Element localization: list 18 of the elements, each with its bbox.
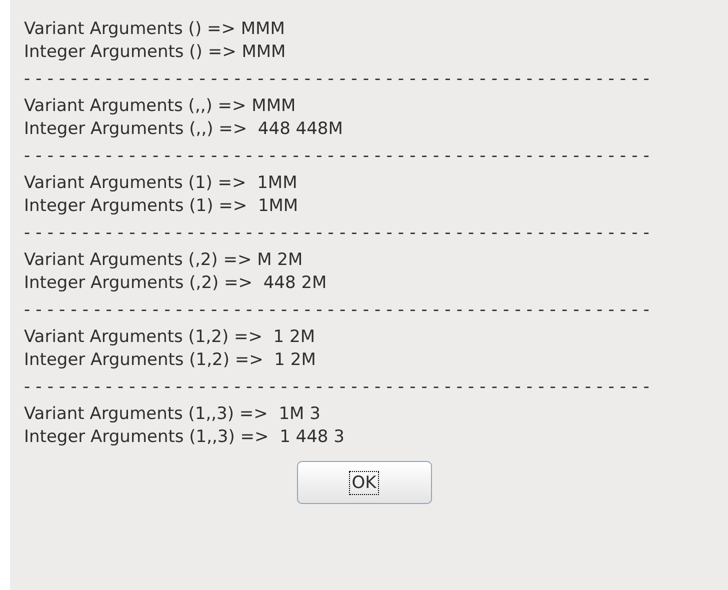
separator-line: ------------------------------------------------------ [24,376,655,399]
message-line: Integer Arguments (,,) => 448 448M [24,118,343,141]
separator-line: ------------------------------------------------------ [24,145,655,168]
message-line: Integer Arguments (1,,3) => 1 448 3 [24,426,344,449]
message-line: Integer Arguments (1) => 1MM [24,195,298,218]
separator-line: ------------------------------------------------------ [24,299,655,322]
separator-line: ------------------------------------------------------ [24,68,655,91]
message-line: Variant Arguments (1,2) => 1 2M [24,326,316,349]
ok-button[interactable]: OK [296,461,432,504]
message-line: Variant Arguments (1,,3) => 1M 3 [24,403,320,426]
message-line: Integer Arguments () => MMM [24,41,286,64]
separator-line: ------------------------------------------------------ [24,222,655,245]
message-line: Variant Arguments (,2) => M 2M [24,249,303,272]
message-line: Integer Arguments (,2) => 448 2M [24,272,327,295]
message-line: Variant Arguments (1) => 1MM [24,172,298,195]
message-line: Integer Arguments (1,2) => 1 2M [24,349,316,372]
message-line: Variant Arguments (,,) => MMM [24,95,296,118]
message-line: Variant Arguments () => MMM [24,18,285,41]
